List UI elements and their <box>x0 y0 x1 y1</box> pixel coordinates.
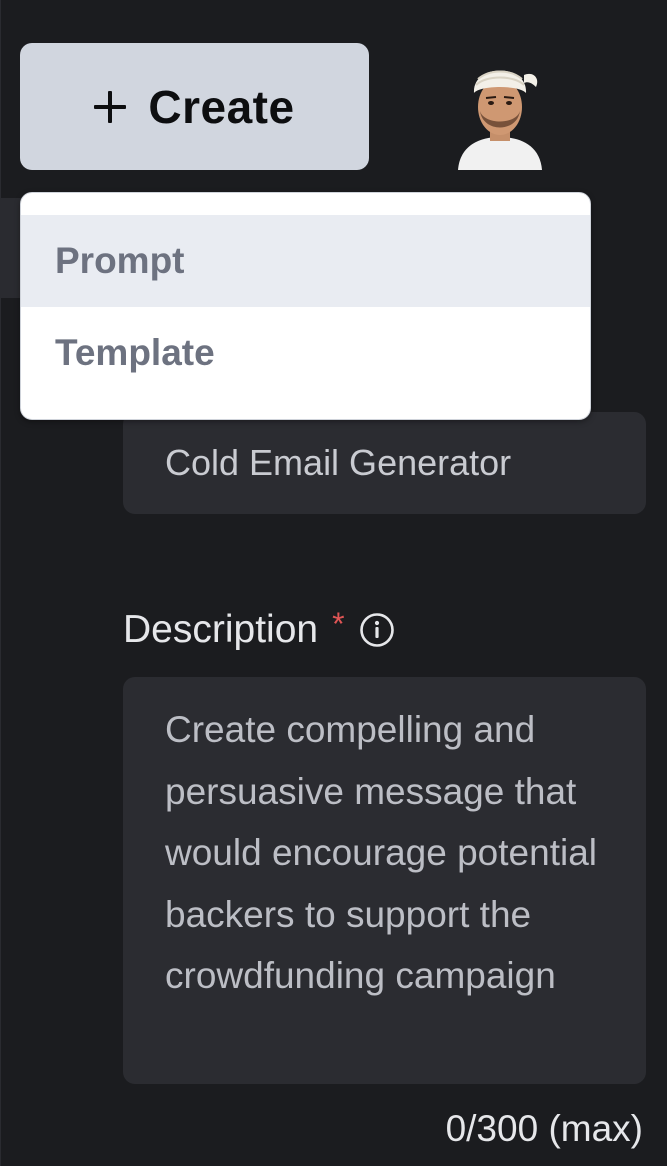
sidebar-edge <box>0 198 22 298</box>
description-label: Description <box>123 608 319 651</box>
create-dropdown-menu: Prompt Template <box>20 192 591 420</box>
left-rail <box>0 0 1 1166</box>
create-button-label: Create <box>148 80 295 133</box>
menu-item-prompt[interactable]: Prompt <box>21 215 590 307</box>
info-icon[interactable] <box>359 612 395 648</box>
avatar[interactable] <box>450 45 550 170</box>
title-field[interactable]: Cold Email Generator <box>123 412 646 514</box>
description-label-row: Description * <box>123 600 395 660</box>
char-counter: 0/300 (max) <box>445 1108 643 1149</box>
title-field-value: Cold Email Generator <box>165 442 512 483</box>
required-marker: * <box>332 605 345 642</box>
create-button[interactable]: Create <box>20 43 369 170</box>
description-textarea[interactable]: Create compelling and persuasive message… <box>123 677 646 1084</box>
plus-icon <box>94 90 127 123</box>
menu-item-template[interactable]: Template <box>21 307 590 399</box>
